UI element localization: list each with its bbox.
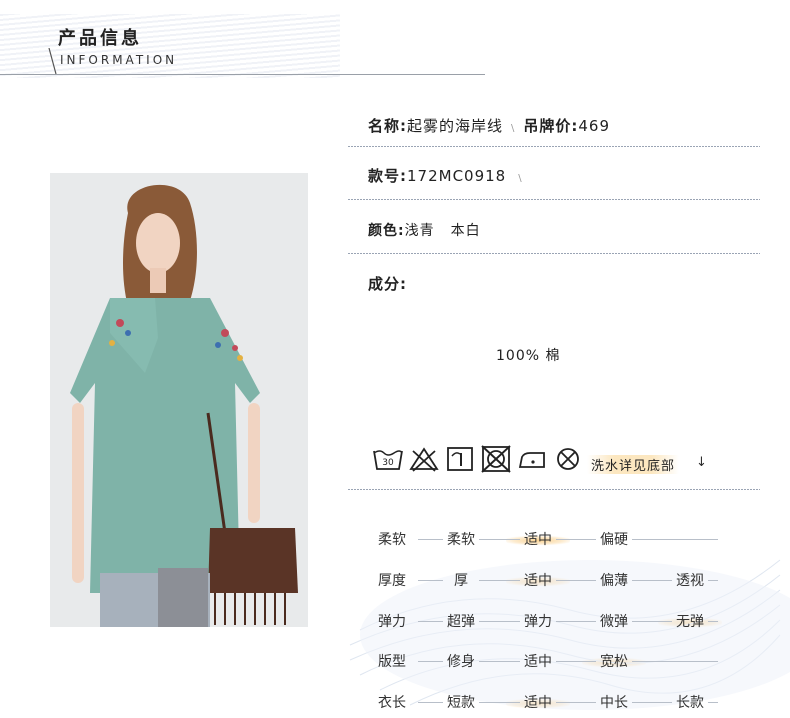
care-icons: 30 bbox=[372, 442, 588, 476]
attribute-option-selected: 宽松 bbox=[582, 651, 646, 671]
down-arrow-icon: ↓ bbox=[696, 455, 707, 470]
color-option-1: 浅青 bbox=[404, 223, 435, 239]
attribute-label: 衣长 bbox=[378, 695, 406, 711]
attribute-option: 修身 bbox=[447, 654, 475, 670]
attribute-label: 厚度 bbox=[378, 573, 406, 589]
product-name-row: 名称:起雾的海岸线 \ 吊牌价:469 bbox=[368, 117, 611, 135]
product-photo bbox=[50, 173, 308, 627]
attribute-row: 柔软 柔软 适中 偏硬 bbox=[378, 529, 778, 551]
divider bbox=[348, 253, 760, 254]
no-wring-icon bbox=[557, 448, 579, 470]
composition-value: 100% 棉 bbox=[496, 348, 561, 364]
divider bbox=[348, 199, 760, 200]
attribute-option: 透视 bbox=[676, 573, 704, 589]
attribute-label: 弹力 bbox=[378, 614, 406, 630]
attribute-option: 柔软 bbox=[447, 532, 475, 548]
price-label: 吊牌价: bbox=[523, 117, 579, 135]
attribute-label: 柔软 bbox=[378, 532, 406, 548]
divider bbox=[348, 146, 760, 147]
divider bbox=[348, 489, 760, 490]
no-bleach-icon bbox=[409, 447, 439, 472]
attribute-option: 中长 bbox=[600, 695, 628, 711]
attribute-option: 偏硬 bbox=[600, 532, 628, 548]
name-value: 起雾的海岸线 bbox=[407, 117, 504, 135]
attribute-option-selected: 无弹 bbox=[658, 611, 722, 631]
product-code-row: 款号:172MC0918 \ bbox=[368, 167, 523, 185]
care-note: 洗水详见底部 bbox=[587, 455, 680, 474]
section-title: 产品信息 bbox=[58, 28, 142, 49]
attribute-label: 版型 bbox=[378, 654, 406, 670]
attribute-option: 长款 bbox=[676, 695, 704, 711]
attribute-row: 厚度 厚 适中 偏薄 透视 bbox=[378, 570, 778, 592]
name-label: 名称: bbox=[368, 117, 407, 135]
product-color-row: 颜色:浅青 本白 bbox=[368, 220, 768, 240]
attribute-row: 衣长 短款 适中 中长 长款 bbox=[378, 692, 778, 714]
iron-low-icon bbox=[518, 452, 545, 468]
attribute-option: 超弹 bbox=[447, 614, 475, 630]
attribute-row: 弹力 超弹 弹力 微弹 无弹 bbox=[378, 611, 778, 633]
attribute-option: 适中 bbox=[524, 654, 552, 670]
attribute-row: 版型 修身 适中 宽松 bbox=[378, 651, 778, 673]
attribute-option: 厚 bbox=[454, 573, 468, 589]
price-value: 469 bbox=[578, 117, 611, 135]
wash-30-icon: 30 bbox=[373, 450, 403, 470]
color-option-2: 本白 bbox=[450, 223, 481, 239]
attribute-option: 偏薄 bbox=[600, 573, 628, 589]
attribute-option-selected: 适中 bbox=[506, 692, 570, 712]
code-label: 款号: bbox=[368, 167, 407, 185]
attribute-option: 弹力 bbox=[524, 614, 552, 630]
color-label: 颜色: bbox=[368, 223, 405, 239]
code-value: 172MC0918 bbox=[407, 167, 507, 185]
header-divider bbox=[0, 74, 485, 75]
attribute-connector bbox=[632, 661, 718, 662]
tumble-dry-icon bbox=[447, 447, 473, 471]
attribute-option-selected: 适中 bbox=[506, 529, 570, 549]
attribute-option: 短款 bbox=[447, 695, 475, 711]
composition-label: 成分: bbox=[368, 275, 407, 293]
product-composition-row: 成分: bbox=[368, 273, 768, 294]
attribute-connector bbox=[632, 539, 718, 540]
svg-text:30: 30 bbox=[382, 458, 394, 468]
header-tick-icon bbox=[48, 48, 57, 74]
attribute-option: 微弹 bbox=[600, 614, 628, 630]
attribute-option-selected: 适中 bbox=[506, 570, 570, 590]
no-dryclean-icon bbox=[481, 445, 511, 473]
section-subtitle: INFORMATION bbox=[60, 53, 178, 67]
